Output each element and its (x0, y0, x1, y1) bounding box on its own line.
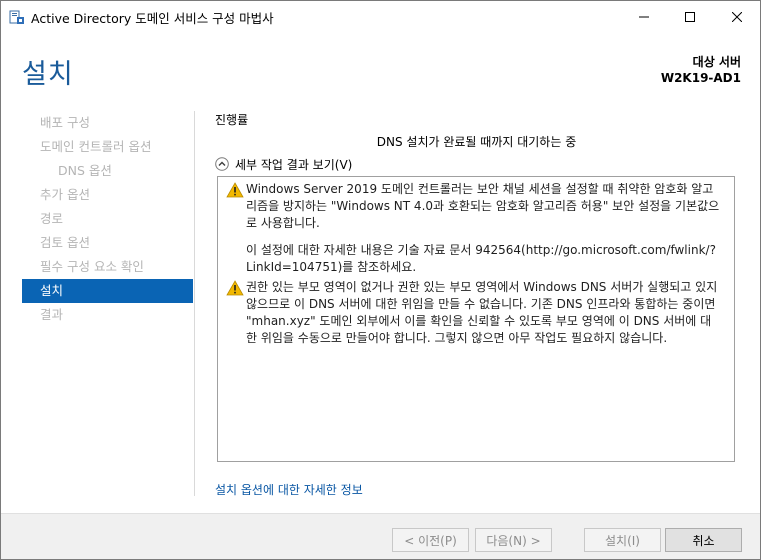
chevron-up-circle-icon (215, 157, 229, 171)
wizard-steps-nav: 배포 구성 도메인 컨트롤러 옵션 DNS 옵션 추가 옵션 경로 검토 옵션 … (22, 111, 193, 327)
warning-message-1: Windows Server 2019 도메인 컨트롤러는 보안 채널 세션을 … (224, 181, 724, 286)
window-title: Active Directory 도메인 서비스 구성 마법사 (31, 11, 274, 26)
details-expander[interactable]: 세부 작업 결과 보기(V) (215, 155, 352, 173)
warning-message-2-para-1: 권한 있는 부모 영역이 없거나 권한 있는 부모 영역에서 Windows D… (246, 280, 718, 345)
warning-message-1-para-2: 이 설정에 대한 자세한 내용은 기술 자료 문서 942564(http://… (246, 243, 716, 274)
nav-item-prereq-check: 필수 구성 요소 확인 (40, 259, 144, 274)
progress-status: DNS 설치가 완료될 때까지 대기하는 중 (376, 135, 577, 149)
page-title: 설치 (22, 59, 74, 90)
nav-item-additional-options: 추가 옵션 (40, 187, 90, 202)
nav-item-review-options: 검토 옵션 (40, 235, 90, 250)
next-button[interactable]: 다음(N) > (475, 528, 552, 552)
nav-item-dc-options: 도메인 컨트롤러 옵션 (40, 139, 152, 154)
ad-ds-wizard-icon (9, 10, 24, 24)
minimize-icon (639, 16, 649, 17)
install-button[interactable]: 설치(I) (584, 528, 661, 552)
nav-item-dns-options: DNS 옵션 (58, 163, 112, 178)
warning-message-2-text: 권한 있는 부모 영역이 없거나 권한 있는 부모 영역에서 Windows D… (246, 279, 724, 357)
previous-button[interactable]: < 이전(P) (392, 528, 469, 552)
page-header: 설치 대상 서버 W2K19-AD1 (1, 32, 760, 102)
wizard-window: Active Directory 도메인 서비스 구성 마법사 설치 대상 서버… (0, 0, 761, 560)
maximize-button[interactable] (667, 1, 713, 32)
warning-message-2: 권한 있는 부모 영역이 없거나 권한 있는 부모 영역에서 Windows D… (224, 279, 724, 357)
wizard-footer: < 이전(P) 다음(N) > 설치(I) 취소 (1, 513, 760, 559)
target-server-label: 대상 서버 (692, 55, 741, 69)
title-bar[interactable]: Active Directory 도메인 서비스 구성 마법사 (1, 1, 760, 32)
nav-divider (194, 111, 195, 496)
details-expander-label: 세부 작업 결과 보기(V) (235, 157, 353, 172)
warning-icon (226, 280, 244, 296)
minimize-button[interactable] (621, 1, 667, 32)
warning-message-1-text: Windows Server 2019 도메인 컨트롤러는 보안 채널 세션을 … (246, 181, 724, 286)
target-server-name: W2K19-AD1 (660, 71, 741, 85)
close-button[interactable] (714, 1, 760, 32)
warning-message-1-para-1: Windows Server 2019 도메인 컨트롤러는 보안 채널 세션을 … (246, 182, 720, 230)
nav-item-installation[interactable]: 설치 (22, 279, 193, 303)
warning-icon (226, 182, 244, 198)
nav-item-results: 결과 (40, 307, 64, 322)
nav-item-paths: 경로 (40, 211, 64, 226)
progress-label: 진행률 (215, 113, 249, 127)
maximize-icon (685, 11, 695, 22)
task-results-box[interactable]: Windows Server 2019 도메인 컨트롤러는 보안 채널 세션을 … (217, 176, 735, 462)
close-icon (732, 11, 742, 22)
cancel-button[interactable]: 취소 (665, 528, 742, 552)
nav-item-deployment-config: 배포 구성 (40, 115, 90, 130)
more-info-link[interactable]: 설치 옵션에 대한 자세한 정보 (215, 481, 363, 498)
